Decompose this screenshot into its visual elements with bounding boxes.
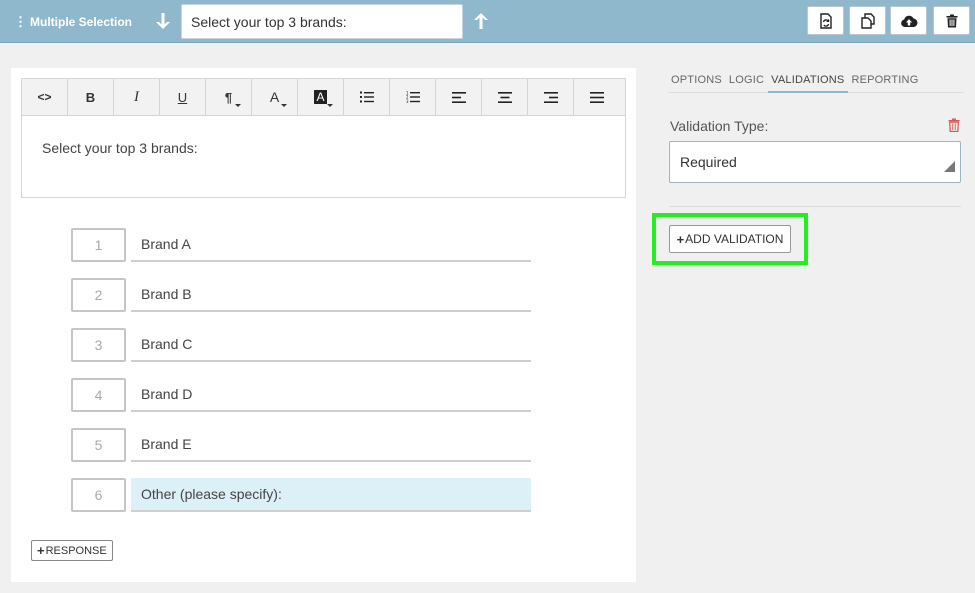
italic-icon: I bbox=[134, 88, 139, 105]
divider bbox=[669, 206, 961, 207]
rich-text-editor: <> B I U ¶ A A 1 2 3 Select your top 3 b… bbox=[21, 78, 626, 198]
response-row: 1 Brand A bbox=[71, 228, 531, 262]
response-number[interactable]: 5 bbox=[71, 428, 126, 462]
arrow-up-icon bbox=[474, 13, 488, 29]
svg-text:3: 3 bbox=[406, 99, 409, 103]
upload-button[interactable] bbox=[890, 6, 927, 35]
editor-content[interactable]: Select your top 3 brands: bbox=[22, 116, 625, 198]
move-down-button[interactable] bbox=[154, 11, 172, 31]
caret-down-icon bbox=[327, 104, 333, 107]
bullet-list-icon bbox=[359, 91, 374, 103]
justify-button[interactable] bbox=[574, 79, 620, 115]
validation-type-label: Validation Type: bbox=[670, 118, 769, 134]
question-editor-card: <> B I U ¶ A A 1 2 3 Select your top 3 b… bbox=[11, 68, 636, 582]
question-header-bar: ⋮ Multiple Selection bbox=[0, 0, 975, 43]
paragraph-icon: ¶ bbox=[224, 89, 233, 105]
plus-icon: + bbox=[37, 543, 45, 558]
question-type-menu[interactable]: ⋮ Multiple Selection bbox=[14, 12, 132, 32]
response-label[interactable]: Brand D bbox=[131, 378, 531, 412]
add-response-label: RESPONSE bbox=[45, 544, 107, 557]
code-icon: <> bbox=[37, 90, 52, 104]
response-number[interactable]: 4 bbox=[71, 378, 126, 412]
align-center-icon bbox=[497, 91, 512, 103]
caret-down-icon bbox=[281, 104, 287, 107]
bold-icon: B bbox=[85, 89, 96, 105]
trash-icon bbox=[946, 14, 957, 27]
font-color-icon: A bbox=[269, 89, 280, 105]
response-row: 4 Brand D bbox=[71, 378, 531, 412]
font-color-button[interactable]: A bbox=[252, 79, 298, 115]
tab-validations[interactable]: VALIDATIONS bbox=[768, 71, 849, 93]
validation-type-value: Required bbox=[680, 154, 737, 170]
tab-logic[interactable]: LOGIC bbox=[726, 71, 768, 93]
align-right-icon bbox=[543, 91, 558, 103]
response-row: 2 Brand B bbox=[71, 278, 531, 312]
add-validation-button[interactable]: + ADD VALIDATION bbox=[669, 225, 791, 253]
italic-button[interactable]: I bbox=[114, 79, 160, 115]
copy-question-button[interactable] bbox=[849, 6, 886, 35]
numbered-list-button[interactable]: 123 bbox=[390, 79, 436, 115]
response-label-other[interactable]: Other (please specify): bbox=[131, 478, 531, 512]
page-refresh-icon bbox=[819, 12, 832, 29]
editor-toolbar: <> B I U ¶ A A 1 2 3 bbox=[22, 79, 625, 116]
plus-icon: + bbox=[676, 231, 685, 247]
underline-button[interactable]: U bbox=[160, 79, 206, 115]
response-label[interactable]: Brand C bbox=[131, 328, 531, 362]
response-label[interactable]: Brand A bbox=[131, 228, 531, 262]
delete-validation-button[interactable] bbox=[948, 118, 962, 134]
settings-tabs: OPTIONS LOGIC VALIDATIONS REPORTING bbox=[668, 71, 964, 93]
resize-corner-icon bbox=[944, 161, 955, 172]
question-type-label: Multiple Selection bbox=[30, 15, 133, 29]
code-view-button[interactable]: <> bbox=[22, 79, 68, 115]
delete-question-button[interactable] bbox=[933, 6, 970, 35]
arrow-down-icon bbox=[156, 13, 170, 29]
response-row-other: 6 Other (please specify): bbox=[71, 478, 531, 512]
vertical-dots-icon: ⋮ bbox=[14, 14, 27, 29]
response-row: 3 Brand C bbox=[71, 328, 531, 362]
highlight-color-button[interactable]: A bbox=[298, 79, 344, 115]
add-validation-label: ADD VALIDATION bbox=[685, 232, 784, 246]
align-center-button[interactable] bbox=[482, 79, 528, 115]
trash-icon bbox=[948, 118, 960, 133]
question-title-input[interactable] bbox=[181, 4, 463, 39]
caret-down-icon bbox=[235, 104, 241, 107]
response-number[interactable]: 1 bbox=[71, 228, 126, 262]
cloud-upload-icon bbox=[900, 15, 917, 27]
justify-icon bbox=[590, 91, 604, 103]
copy-icon bbox=[860, 12, 875, 29]
move-up-button[interactable] bbox=[472, 11, 490, 31]
bold-button[interactable]: B bbox=[68, 79, 114, 115]
paragraph-format-button[interactable]: ¶ bbox=[206, 79, 252, 115]
response-number[interactable]: 3 bbox=[71, 328, 126, 362]
highlight-color-icon: A bbox=[314, 90, 327, 104]
response-number[interactable]: 2 bbox=[71, 278, 126, 312]
response-label[interactable]: Brand B bbox=[131, 278, 531, 312]
tab-options[interactable]: OPTIONS bbox=[668, 71, 726, 93]
underline-icon: U bbox=[177, 89, 188, 105]
response-label[interactable]: Brand E bbox=[131, 428, 531, 462]
refresh-page-button[interactable] bbox=[807, 6, 844, 35]
response-row: 5 Brand E bbox=[71, 428, 531, 462]
tab-reporting[interactable]: REPORTING bbox=[848, 71, 922, 93]
bullet-list-button[interactable] bbox=[344, 79, 390, 115]
align-left-button[interactable] bbox=[436, 79, 482, 115]
align-right-button[interactable] bbox=[528, 79, 574, 115]
response-number[interactable]: 6 bbox=[71, 478, 126, 512]
align-left-icon bbox=[451, 91, 466, 103]
validation-type-select[interactable]: Required bbox=[669, 141, 961, 183]
add-response-button[interactable]: + RESPONSE bbox=[31, 540, 113, 561]
numbered-list-icon: 123 bbox=[406, 91, 420, 103]
